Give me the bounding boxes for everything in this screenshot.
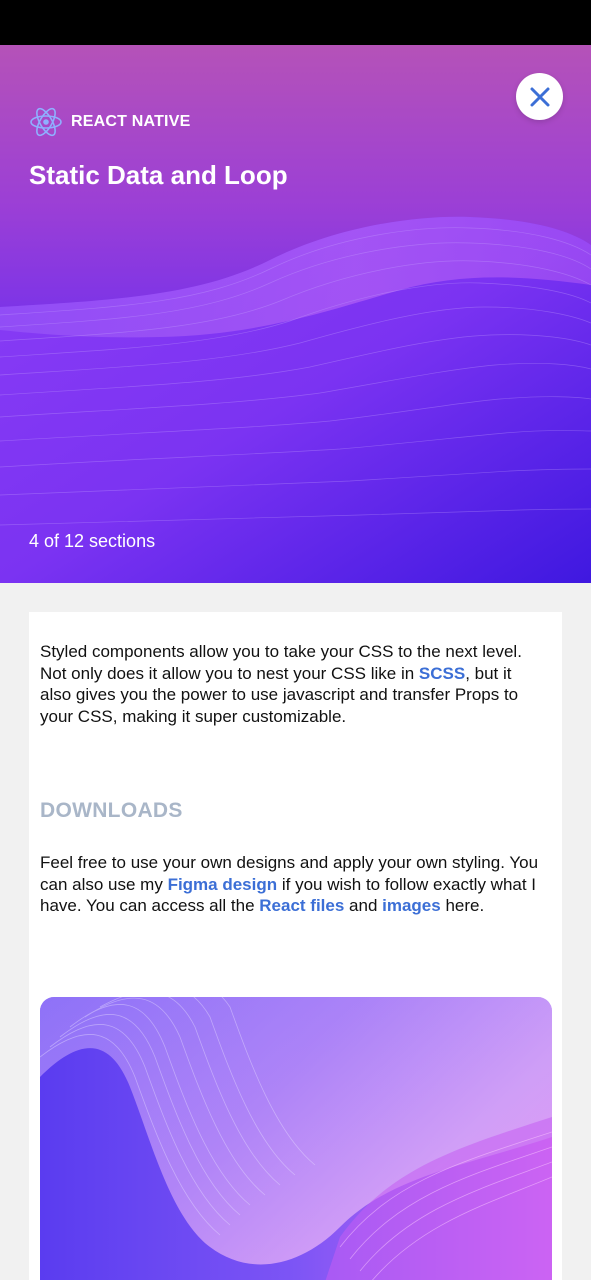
section-progress: 4 of 12 sections — [29, 531, 156, 551]
downloads-heading: DOWNLOADS — [40, 799, 183, 822]
scss-link[interactable]: SCSS — [419, 664, 465, 683]
intro-paragraph: Styled components allow you to take your… — [40, 641, 545, 727]
images-link[interactable]: images — [382, 896, 441, 915]
close-icon — [530, 87, 549, 106]
wave-illustration — [40, 997, 552, 1280]
section-title: Static Data and Loop — [29, 160, 288, 190]
category-badge: REACT NATIVE — [29, 105, 190, 139]
hero-header: REACT NATIVE Static Data and Loop 4 of 1… — [0, 45, 591, 583]
category-label: REACT NATIVE — [71, 113, 191, 130]
downloads-text-4: here. — [440, 896, 485, 915]
react-icon — [30, 107, 62, 137]
figma-design-link[interactable]: Figma design — [168, 875, 278, 894]
close-button[interactable] — [516, 73, 563, 120]
section-illustration — [40, 997, 552, 1280]
downloads-paragraph: Feel free to use your own designs and ap… — [40, 852, 545, 917]
content-card: Styled components allow you to take your… — [29, 612, 562, 1280]
downloads-text-3: and — [344, 896, 383, 915]
status-bar — [0, 0, 591, 45]
react-files-link[interactable]: React files — [259, 896, 344, 915]
